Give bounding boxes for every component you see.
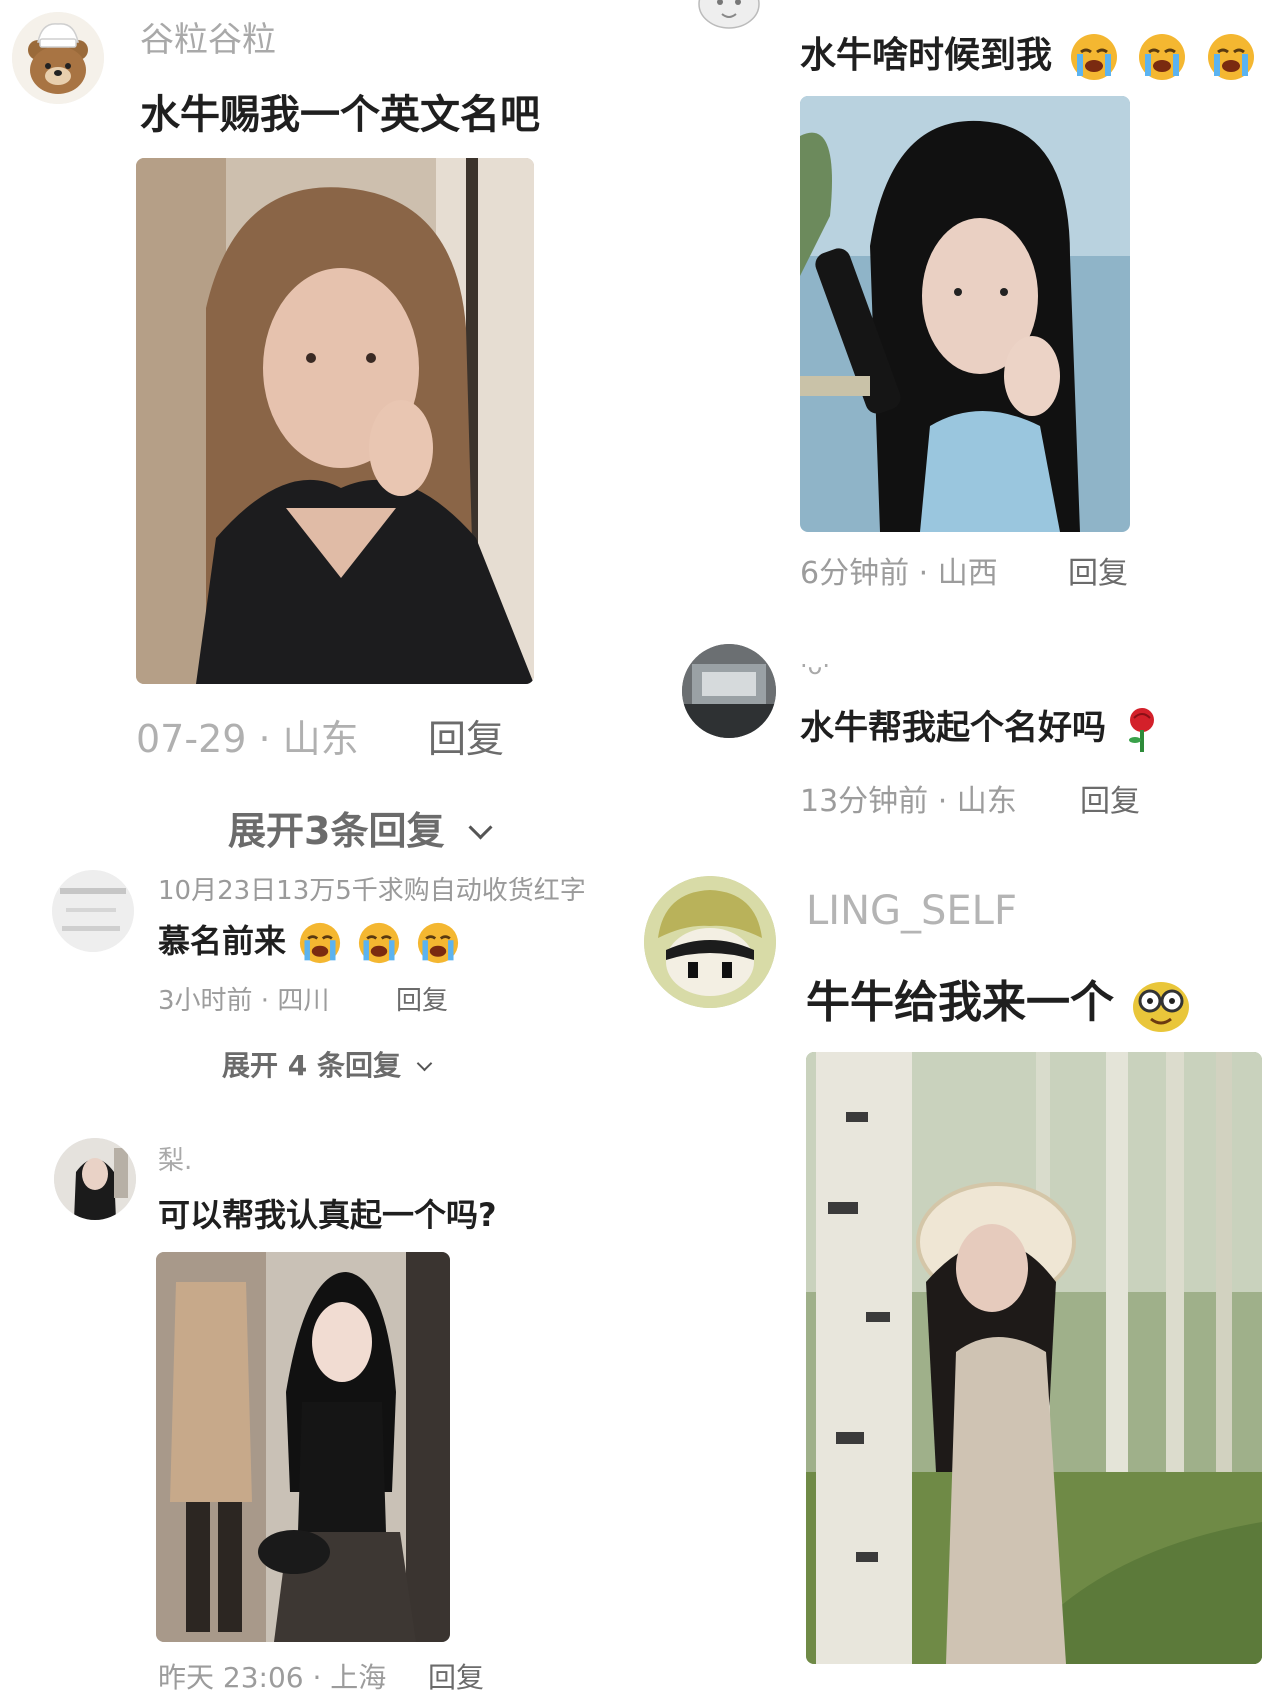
photo-woman-boutique-image xyxy=(156,1252,450,1642)
comment-meta: 13分钟前 · 山东 xyxy=(800,784,1017,819)
avatar[interactable] xyxy=(682,644,776,738)
avatar[interactable] xyxy=(52,870,134,952)
comment-meta: 3小时前 · 四川 xyxy=(158,986,330,1016)
comment-text: 牛牛给我来一个 xyxy=(806,966,1191,1033)
loudly-crying-face-icon xyxy=(1139,34,1186,80)
woman-portrait-avatar-icon xyxy=(54,1138,136,1220)
expand-replies-label: 展开3条回复 xyxy=(228,809,445,853)
expand-replies-button[interactable]: 展开 4 条回复 xyxy=(222,1044,433,1084)
reply-button[interactable]: 回复 xyxy=(428,1656,484,1696)
comment-meta: 07-29 · 山东 xyxy=(136,717,359,761)
username[interactable]: 10月23日13万5千求购自动收货红字 xyxy=(158,870,644,907)
reply-button[interactable]: 回复 xyxy=(1068,548,1128,592)
comment-text-label: 水牛啥时候到我 xyxy=(800,35,1053,76)
photo-woman-forest-image xyxy=(806,1052,1262,1664)
loudly-crying-face-icon xyxy=(358,922,400,964)
username[interactable]: LING_SELF xyxy=(806,888,1017,934)
avatar[interactable] xyxy=(54,1138,136,1220)
comment-text-label: 牛牛给我来一个 xyxy=(806,977,1114,1028)
avatar[interactable] xyxy=(644,876,776,1008)
car-interior-avatar-icon xyxy=(682,644,776,738)
username[interactable]: 梨. xyxy=(158,1140,192,1177)
username[interactable]: 谷粒谷粒 xyxy=(140,12,276,61)
avatar[interactable] xyxy=(12,12,104,104)
loudly-crying-face-icon xyxy=(417,922,459,964)
nerd-face-icon xyxy=(1131,977,1191,1033)
chevron-down-icon xyxy=(416,1055,433,1072)
comment-meta: 6分钟前 · 山西 xyxy=(800,556,998,591)
bear-chef-avatar-icon xyxy=(12,12,104,104)
loudly-crying-face-icon xyxy=(299,922,341,964)
expand-replies-label: 展开 4 条回复 xyxy=(222,1049,401,1082)
comment-photo[interactable] xyxy=(136,158,534,684)
avatar[interactable] xyxy=(696,0,762,30)
comment-text-label: 水牛帮我起个名好吗 xyxy=(800,708,1106,748)
comment-text: 水牛啥时候到我 xyxy=(800,26,1254,80)
comment-text: 慕名前来 xyxy=(158,916,459,964)
comment-text: 水牛帮我起个名好吗 xyxy=(800,700,1160,754)
comment-text-label: 慕名前来 xyxy=(158,922,287,960)
expand-replies-button[interactable]: 展开3条回复 xyxy=(228,800,493,855)
loudly-crying-face-icon xyxy=(1207,34,1254,80)
cat-avatar-icon xyxy=(698,0,760,29)
reply-button[interactable]: 回复 xyxy=(396,980,448,1017)
comment-meta: 昨天 23:06 · 上海 xyxy=(158,1661,387,1694)
comment-text: 水牛赐我一个英文名吧 xyxy=(140,92,540,138)
reply-button[interactable]: 回复 xyxy=(428,708,504,763)
photo-woman-crying-image xyxy=(136,158,534,684)
rose-icon xyxy=(1124,706,1160,754)
reply-button[interactable]: 回复 xyxy=(1080,776,1140,820)
comment-photo[interactable] xyxy=(156,1252,450,1642)
comment-photo[interactable] xyxy=(800,96,1130,532)
username[interactable]: ·ᴗ· xyxy=(800,652,830,680)
blurred-avatar-icon xyxy=(52,870,134,952)
comment-photo[interactable] xyxy=(806,1052,1262,1664)
comment-text: 可以帮我认真起一个吗? xyxy=(158,1196,497,1234)
chevron-down-icon xyxy=(468,815,493,840)
loudly-crying-face-icon xyxy=(1070,34,1117,80)
cartoon-face-avatar-icon xyxy=(644,876,776,1008)
photo-woman-phone-image xyxy=(800,96,1130,532)
